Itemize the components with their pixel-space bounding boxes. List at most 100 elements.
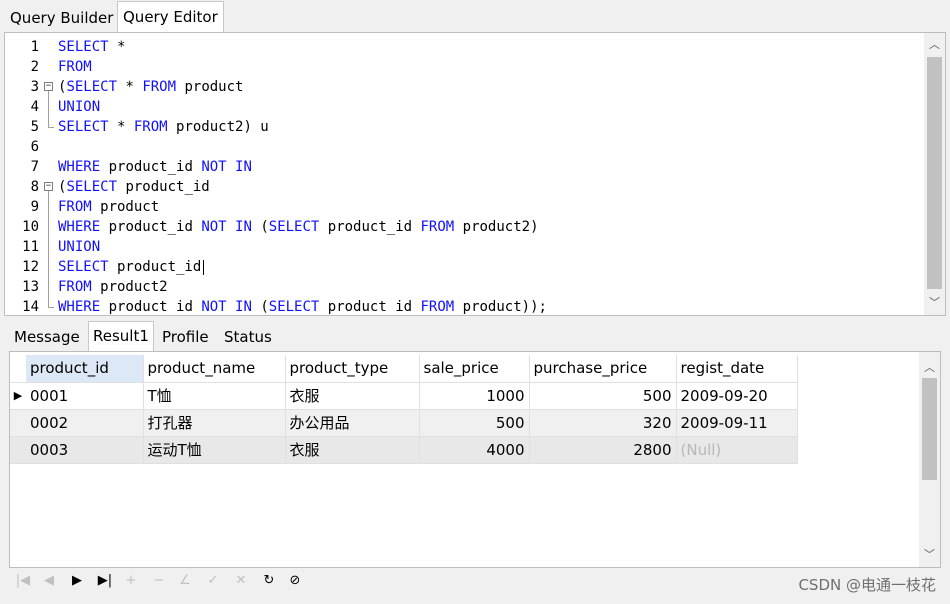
editor-vertical-scrollbar[interactable]: ︿ ﹀ bbox=[924, 33, 945, 315]
column-header[interactable]: regist_date bbox=[676, 355, 798, 383]
header-row: product_id product_name product_type sal… bbox=[10, 355, 798, 383]
cell-regist-date[interactable]: 2009-09-20 bbox=[676, 382, 798, 410]
row-indicator-header bbox=[10, 355, 26, 383]
table-row[interactable]: 0003 运动T恤 衣服 4000 2800 (Null) bbox=[10, 436, 798, 464]
line-number: 3 bbox=[30, 79, 39, 95]
editor-scroll-thumb[interactable] bbox=[927, 57, 942, 289]
sql-keyword: FROM bbox=[142, 79, 177, 95]
code-area[interactable]: 1 SELECT * 2 FROM 3− (SELECT * FROM product 4 U… bbox=[5, 37, 923, 315]
sql-token: product_id bbox=[108, 259, 202, 275]
last-record-icon[interactable]: ▶| bbox=[95, 571, 115, 591]
sql-keyword: IN bbox=[235, 299, 252, 315]
code-line[interactable]: 7 WHERE product_id NOT IN bbox=[5, 157, 923, 177]
cell-product-id[interactable]: 0003 bbox=[26, 436, 144, 464]
cancel-changes-icon[interactable]: ✕ bbox=[231, 571, 251, 591]
column-header[interactable]: sale_price bbox=[419, 355, 530, 383]
tab-result1[interactable]: Result1 bbox=[88, 321, 154, 351]
tab-query-builder[interactable]: Query Builder bbox=[4, 4, 119, 31]
tab-message[interactable]: Message bbox=[10, 323, 84, 351]
cell-product-type[interactable]: 衣服 bbox=[285, 436, 420, 464]
column-header[interactable]: product_id bbox=[26, 355, 144, 383]
sql-token: product2 bbox=[91, 279, 168, 295]
prev-record-icon[interactable]: ◀ bbox=[39, 571, 59, 591]
cell-product-name[interactable]: 运动T恤 bbox=[143, 436, 286, 464]
grid-scroll-thumb[interactable] bbox=[922, 378, 937, 480]
sql-token: product_id bbox=[100, 159, 202, 175]
code-line[interactable]: 12 SELECT product_id bbox=[5, 257, 923, 277]
text-caret bbox=[203, 259, 205, 275]
cell-sale-price[interactable]: 500 bbox=[419, 409, 530, 437]
edit-record-icon[interactable]: ∠ bbox=[175, 571, 195, 591]
cell-purchase-price[interactable]: 2800 bbox=[529, 436, 677, 464]
sql-token: product2) u bbox=[167, 119, 269, 135]
sql-token: product_id bbox=[117, 179, 210, 195]
sql-editor[interactable]: 1 SELECT * 2 FROM 3− (SELECT * FROM product 4 U… bbox=[4, 32, 946, 316]
sql-keyword: IN bbox=[235, 219, 252, 235]
sql-keyword: FROM bbox=[420, 299, 455, 315]
tab-profile[interactable]: Profile bbox=[158, 323, 213, 351]
sql-keyword: FROM bbox=[58, 59, 92, 75]
column-header[interactable]: product_name bbox=[143, 355, 286, 383]
line-number: 10 bbox=[22, 219, 39, 235]
fold-collapse-icon[interactable]: − bbox=[44, 82, 53, 91]
scroll-down-icon[interactable]: ﹀ bbox=[924, 293, 945, 313]
stop-icon[interactable]: ⊘ bbox=[285, 571, 305, 591]
line-number: 5 bbox=[30, 119, 39, 135]
code-line[interactable]: 14 WHERE product id NOT IN (SELECT produc… bbox=[5, 297, 923, 315]
scroll-up-icon[interactable]: ︿ bbox=[924, 35, 945, 55]
scroll-down-icon[interactable]: ﹀ bbox=[919, 545, 940, 565]
code-line[interactable]: 11 UNION bbox=[5, 237, 923, 257]
sql-keyword: NOT bbox=[201, 299, 227, 315]
code-text: SELECT * FROM product2) u bbox=[58, 117, 269, 137]
cell-product-id[interactable]: 0002 bbox=[26, 409, 144, 437]
cell-purchase-price[interactable]: 500 bbox=[529, 382, 677, 410]
code-line[interactable]: 5 SELECT * FROM product2) u bbox=[5, 117, 923, 137]
apply-changes-icon[interactable]: ✓ bbox=[203, 571, 223, 591]
code-line[interactable]: 8− (SELECT product_id bbox=[5, 177, 923, 197]
cell-sale-price[interactable]: 1000 bbox=[419, 382, 530, 410]
first-record-icon[interactable]: |◀ bbox=[13, 571, 33, 591]
cell-regist-date[interactable]: 2009-09-11 bbox=[676, 409, 798, 437]
code-line[interactable]: 10 WHERE product_id NOT IN (SELECT produc… bbox=[5, 217, 923, 237]
tab-query-editor[interactable]: Query Editor bbox=[117, 1, 224, 32]
grid-vertical-scrollbar[interactable]: ︿ ﹀ bbox=[919, 352, 940, 567]
code-line[interactable]: 9 FROM product bbox=[5, 197, 923, 217]
code-line[interactable]: 2 FROM bbox=[5, 57, 923, 77]
delete-record-icon[interactable]: − bbox=[149, 571, 169, 591]
tab-status[interactable]: Status bbox=[220, 323, 276, 351]
code-line[interactable]: 4 UNION bbox=[5, 97, 923, 117]
line-number: 1 bbox=[30, 39, 39, 55]
sql-keyword: SELECT bbox=[268, 299, 320, 315]
scroll-up-icon[interactable]: ︿ bbox=[919, 358, 940, 378]
current-row-indicator-icon: ▶ bbox=[10, 382, 26, 410]
result-grid[interactable]: product_id product_name product_type sal… bbox=[9, 351, 941, 568]
result-table: product_id product_name product_type sal… bbox=[10, 355, 798, 464]
sql-token: ( bbox=[251, 299, 269, 315]
line-number: 13 bbox=[22, 279, 39, 295]
fold-collapse-icon[interactable]: − bbox=[44, 182, 53, 191]
table-row[interactable]: 0002 打孔器 办公用品 500 320 2009-09-11 bbox=[10, 409, 798, 437]
code-line[interactable]: 6 bbox=[5, 137, 923, 157]
code-line[interactable]: 13 FROM product2 bbox=[5, 277, 923, 297]
refresh-icon[interactable]: ↻ bbox=[259, 571, 279, 591]
cell-product-name[interactable]: T恤 bbox=[143, 382, 286, 410]
cell-product-id[interactable]: 0001 bbox=[26, 382, 144, 410]
cell-sale-price[interactable]: 4000 bbox=[419, 436, 530, 464]
line-number: 7 bbox=[30, 159, 39, 175]
sql-keyword: FROM bbox=[58, 279, 92, 295]
next-record-icon[interactable]: ▶ bbox=[67, 571, 87, 591]
line-number: 8 bbox=[30, 179, 39, 195]
code-line[interactable]: 1 SELECT * bbox=[5, 37, 923, 57]
code-text: UNION bbox=[58, 97, 100, 117]
code-line[interactable]: 3− (SELECT * FROM product bbox=[5, 77, 923, 97]
column-header[interactable]: purchase_price bbox=[529, 355, 677, 383]
cell-regist-date[interactable]: (Null) bbox=[676, 436, 798, 464]
code-text: FROM product bbox=[58, 197, 159, 217]
insert-record-icon[interactable]: + bbox=[121, 571, 141, 591]
cell-product-name[interactable]: 打孔器 bbox=[143, 409, 286, 437]
table-row[interactable]: ▶ 0001 T恤 衣服 1000 500 2009-09-20 bbox=[10, 382, 798, 410]
cell-product-type[interactable]: 办公用品 bbox=[285, 409, 420, 437]
cell-product-type[interactable]: 衣服 bbox=[285, 382, 420, 410]
column-header[interactable]: product_type bbox=[285, 355, 420, 383]
cell-purchase-price[interactable]: 320 bbox=[529, 409, 677, 437]
